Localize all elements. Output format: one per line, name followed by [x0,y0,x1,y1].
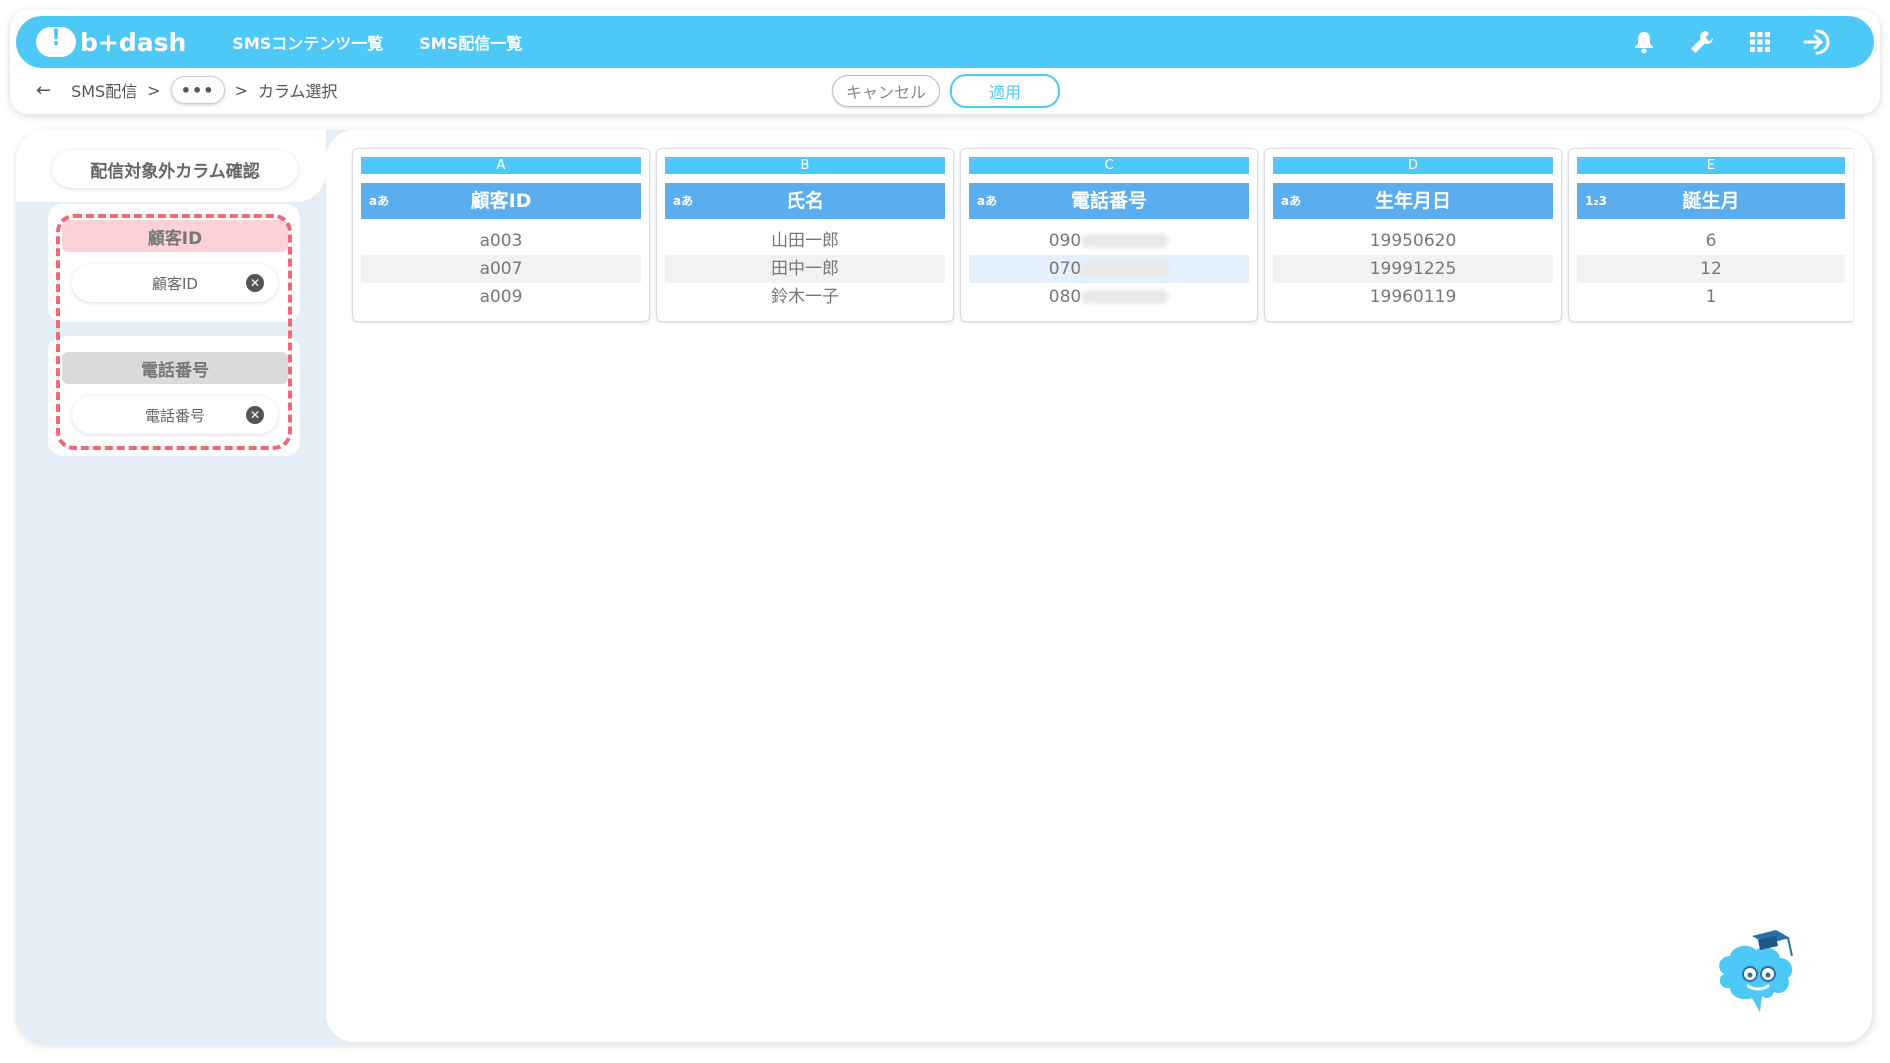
table-cell: 12 [1577,255,1845,283]
breadcrumb-separator: > [234,80,249,100]
table-cell: a003 [479,231,523,251]
column-name: 顧客ID [470,190,532,212]
table-cell: 090 [969,227,1249,255]
table-cell: a007 [361,255,641,283]
table-cell: 19960119 [1369,287,1457,307]
column-header: aあ 電話番号 [969,183,1249,219]
table-cell: 19991225 [1273,255,1553,283]
table-cell: 山田一郎 [771,231,839,251]
table-cell: a009 [479,287,523,307]
column-header: 1₂3 誕生月 [1577,183,1845,219]
column-header: aあ 氏名 [665,183,945,219]
redacted-digits [1081,234,1170,248]
column-card-e[interactable]: E 1₂3 誕生月 6 12 1 [1568,148,1853,322]
column-letter: B [665,157,945,174]
table-cell: 080 [969,283,1249,311]
logo[interactable]: b+dash [36,26,187,57]
wrench-icon[interactable] [1686,26,1718,58]
text-type-icon: aあ [369,194,390,208]
column-name: 氏名 [785,190,824,212]
logo-text: b+dash [80,27,187,57]
column-header: aあ 生年月日 [1273,183,1553,219]
mascot-assistant-icon[interactable] [1712,922,1810,1020]
column-letter: D [1273,157,1553,174]
phone-prefix: 070 [1048,259,1082,279]
column-card-b[interactable]: B aあ 氏名 山田一郎 田中一郎 鈴木一子 [656,148,954,322]
nav-sms-delivery[interactable]: SMS配信一覧 [419,30,522,54]
column-letter: E [1577,157,1845,174]
column-letter: C [969,157,1249,174]
table-cell: 1 [1705,287,1717,307]
text-type-icon: aあ [673,194,694,208]
redacted-digits [1081,290,1170,304]
table-cell: 鈴木一子 [771,287,839,307]
top-navigation-bar: b+dash SMSコンテンツ一覧 SMS配信一覧 [16,16,1874,68]
redacted-digits [1081,262,1170,276]
column-name: 誕生月 [1682,190,1740,212]
breadcrumb-current: カラム選択 [258,82,338,101]
column-card-c[interactable]: C aあ 電話番号 090 070 080 [960,148,1258,322]
column-card-d[interactable]: D aあ 生年月日 19950620 19991225 19960119 [1264,148,1562,322]
column-card-a[interactable]: A aあ 顧客ID a003 a007 a009 [352,148,650,322]
table-cell: 田中一郎 [665,255,945,283]
table-cell: 070 [969,255,1249,283]
column-name: 電話番号 [1070,190,1147,212]
back-arrow-icon[interactable]: ← [36,80,51,101]
number-type-icon: 1₂3 [1585,194,1607,208]
phone-prefix: 090 [1048,231,1082,251]
apply-button[interactable]: 適用 [950,74,1060,108]
excluded-columns-title: 配信対象外カラム確認 [52,150,298,188]
cancel-button[interactable]: キャンセル [832,75,940,107]
logout-icon[interactable] [1802,26,1834,58]
table-cell: 19950620 [1369,231,1457,251]
phone-prefix: 080 [1048,287,1082,307]
column-letter: A [361,157,641,174]
nav-sms-contents[interactable]: SMSコンテンツ一覧 [232,30,383,54]
column-header: aあ 顧客ID [361,183,641,219]
table-cell: 6 [1705,231,1717,251]
column-name: 生年月日 [1374,190,1451,212]
breadcrumb-separator: > [147,80,161,100]
text-type-icon: aあ [1281,194,1302,208]
text-type-icon: aあ [977,194,998,208]
breadcrumb-sms-delivery[interactable]: SMS配信 [71,78,137,102]
breadcrumb-more-button[interactable]: ••• [170,76,225,104]
grid-icon[interactable] [1744,26,1776,58]
highlight-dashed-outline [56,214,292,450]
logo-bubble-icon [36,26,76,57]
bell-icon[interactable] [1628,26,1660,58]
breadcrumb: ← SMS配信 > ••• > カラム選択 [36,76,338,104]
